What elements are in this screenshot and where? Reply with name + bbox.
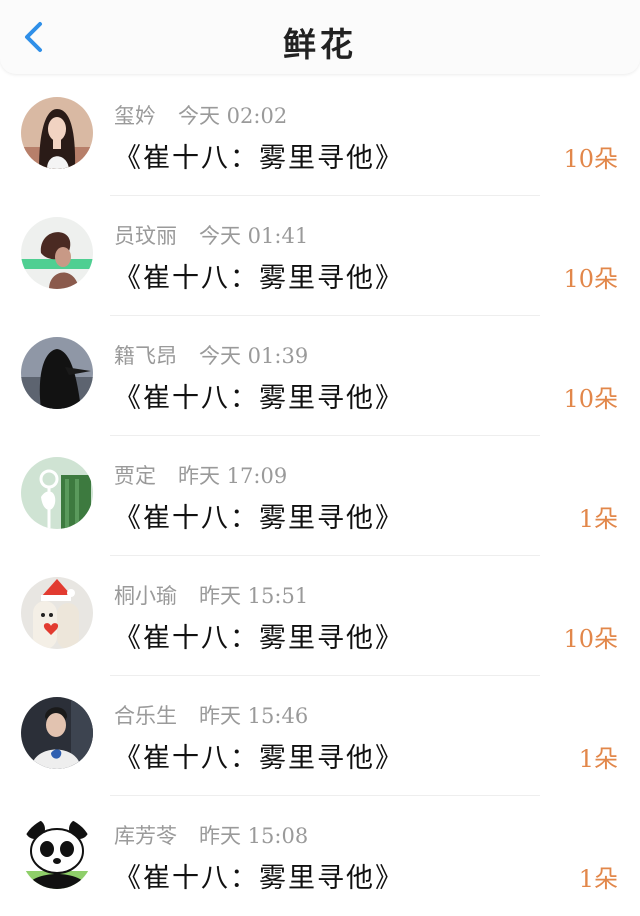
flower-count: 1朵 — [578, 865, 618, 893]
avatar[interactable] — [21, 217, 93, 289]
sender-meta: 桐小瑜 昨天 15:51 — [114, 580, 308, 610]
book-title[interactable]: 《崔十八：雾里寻他》 — [114, 496, 404, 535]
sender-meta: 库芳苓 昨天 15:08 — [114, 820, 308, 850]
flower-count: 10朵 — [563, 145, 618, 173]
sender-meta: 籍飞昂 今天 01:39 — [114, 340, 308, 370]
flower-count: 10朵 — [563, 625, 618, 653]
sender-name: 贾定 — [114, 464, 156, 488]
flower-list: 玺妗 今天 02:02 《崔十八：雾里寻他》 10朵 员玟丽 今天 01:41 《崔… — [0, 76, 640, 916]
page-title: 鲜花 — [283, 25, 357, 64]
timestamp: 昨天 15:46 — [199, 704, 309, 728]
avatar[interactable] — [21, 97, 93, 169]
sender-meta: 贾定 昨天 17:09 — [114, 460, 287, 490]
list-item[interactable]: 籍飞昂 今天 01:39 《崔十八：雾里寻他》 10朵 — [0, 316, 640, 436]
avatar[interactable] — [21, 577, 93, 649]
book-title[interactable]: 《崔十八：雾里寻他》 — [114, 136, 404, 175]
avatar[interactable] — [21, 337, 93, 409]
book-title[interactable]: 《崔十八：雾里寻他》 — [114, 376, 404, 415]
book-title[interactable]: 《崔十八：雾里寻他》 — [114, 616, 404, 655]
sender-name: 玺妗 — [114, 104, 156, 128]
sender-name: 库芳苓 — [114, 824, 177, 848]
sender-meta: 玺妗 今天 02:02 — [114, 100, 287, 130]
sender-name: 桐小瑜 — [114, 584, 177, 608]
timestamp: 今天 02:02 — [178, 104, 288, 128]
book-title[interactable]: 《崔十八：雾里寻他》 — [114, 736, 404, 775]
list-item[interactable]: 玺妗 今天 02:02 《崔十八：雾里寻他》 10朵 — [0, 76, 640, 196]
avatar[interactable] — [21, 457, 93, 529]
header-bar: 鲜花 — [0, 0, 640, 74]
sender-name: 员玟丽 — [114, 224, 177, 248]
avatar[interactable] — [21, 817, 93, 889]
sender-meta: 合乐生 昨天 15:46 — [114, 700, 308, 730]
timestamp: 昨天 15:51 — [199, 584, 309, 608]
list-item[interactable]: 库芳苓 昨天 15:08 《崔十八：雾里寻他》 1朵 — [0, 796, 640, 916]
flower-count: 10朵 — [563, 385, 618, 413]
book-title[interactable]: 《崔十八：雾里寻他》 — [114, 256, 404, 295]
avatar[interactable] — [21, 697, 93, 769]
sender-name: 合乐生 — [114, 704, 177, 728]
flower-count: 10朵 — [563, 265, 618, 293]
sender-meta: 员玟丽 今天 01:41 — [114, 220, 308, 250]
book-title[interactable]: 《崔十八：雾里寻他》 — [114, 856, 404, 895]
timestamp: 昨天 17:09 — [178, 464, 288, 488]
list-item[interactable]: 合乐生 昨天 15:46 《崔十八：雾里寻他》 1朵 — [0, 676, 640, 796]
timestamp: 今天 01:41 — [199, 224, 309, 248]
list-item[interactable]: 贾定 昨天 17:09 《崔十八：雾里寻他》 1朵 — [0, 436, 640, 556]
timestamp: 昨天 15:08 — [199, 824, 309, 848]
timestamp: 今天 01:39 — [199, 344, 309, 368]
list-item[interactable]: 员玟丽 今天 01:41 《崔十八：雾里寻他》 10朵 — [0, 196, 640, 316]
flower-count: 1朵 — [578, 745, 618, 773]
flower-count: 1朵 — [578, 505, 618, 533]
sender-name: 籍飞昂 — [114, 344, 177, 368]
list-item[interactable]: 桐小瑜 昨天 15:51 《崔十八：雾里寻他》 10朵 — [0, 556, 640, 676]
